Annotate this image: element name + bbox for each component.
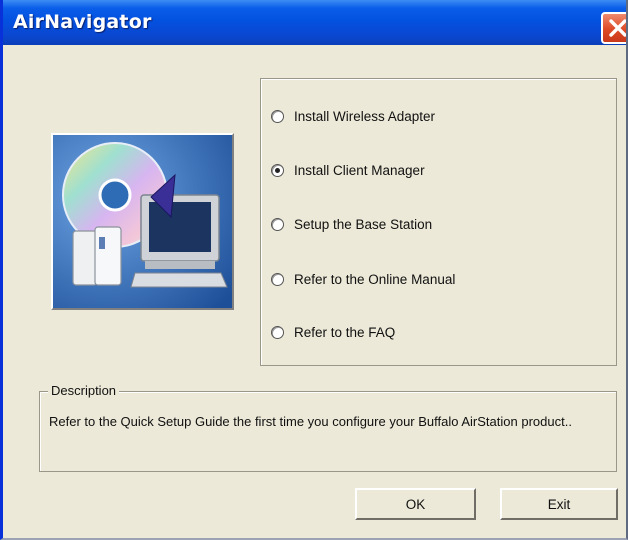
ok-button[interactable]: OK: [355, 488, 476, 520]
option-label: Refer to the FAQ: [294, 324, 396, 340]
option-label: Setup the Base Station: [294, 216, 433, 232]
monitor-icon: [130, 194, 228, 288]
description-group: Description Refer to the Quick Setup Gui…: [39, 383, 617, 472]
option-online-manual[interactable]: Refer to the Online Manual: [271, 267, 455, 291]
option-setup-base-station[interactable]: Setup the Base Station: [271, 212, 432, 236]
title-bar[interactable]: AirNavigator: [3, 0, 626, 45]
option-label: Install Wireless Adapter: [294, 108, 436, 124]
option-label: Install Client Manager: [294, 162, 425, 178]
close-button[interactable]: [601, 12, 626, 44]
install-options-group: Install Wireless Adapter Install Client …: [260, 78, 617, 366]
description-text: Refer to the Quick Setup Guide the first…: [49, 414, 572, 429]
description-legend: Description: [48, 383, 120, 398]
installer-illustration: [51, 133, 234, 310]
exit-button[interactable]: Exit: [500, 488, 618, 520]
radio-button[interactable]: [271, 217, 284, 231]
window-title: AirNavigator: [13, 11, 152, 33]
close-icon: [609, 19, 626, 37]
option-faq[interactable]: Refer to the FAQ: [271, 320, 395, 344]
airnavigator-window: AirNavigator Install Wireless Adapter In…: [0, 0, 628, 540]
radio-button-selected[interactable]: [271, 163, 284, 177]
radio-button[interactable]: [271, 325, 284, 339]
external-drive-icon: [72, 226, 122, 286]
radio-button[interactable]: [271, 272, 284, 286]
option-install-client-manager[interactable]: Install Client Manager: [271, 158, 425, 182]
option-label: Refer to the Online Manual: [294, 271, 456, 287]
option-install-wireless-adapter[interactable]: Install Wireless Adapter: [271, 104, 435, 128]
radio-button[interactable]: [271, 109, 284, 123]
